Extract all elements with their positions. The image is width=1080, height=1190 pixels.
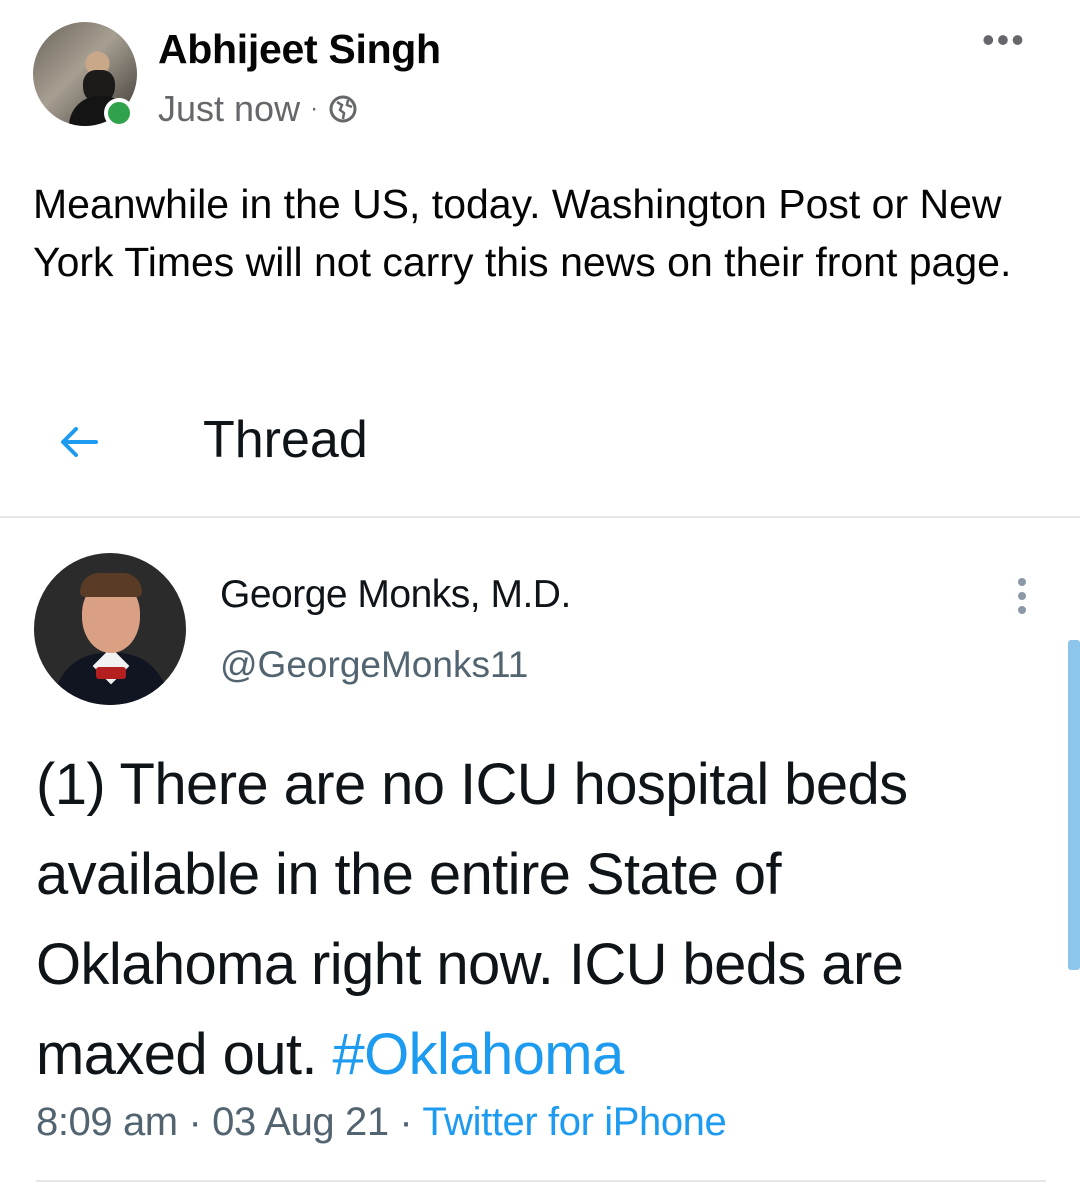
- scrollbar[interactable]: [1068, 640, 1080, 970]
- author-name[interactable]: Abhijeet Singh: [158, 26, 441, 73]
- tweet-source-link[interactable]: Twitter for iPhone: [422, 1100, 726, 1144]
- hashtag-link[interactable]: #Oklahoma: [332, 1022, 624, 1087]
- online-status-icon: [104, 98, 134, 128]
- tweet-date[interactable]: 03 Aug 21: [212, 1100, 389, 1144]
- more-dot: [1018, 606, 1026, 614]
- more-options-icon[interactable]: •••: [982, 22, 1026, 58]
- tweet-author-avatar[interactable]: [34, 553, 186, 705]
- more-dot: [1018, 592, 1026, 600]
- tweet-display-name[interactable]: George Monks, M.D.: [220, 573, 571, 617]
- avatar-hair: [80, 573, 142, 597]
- tweet-handle[interactable]: @GeorgeMonks11: [220, 644, 528, 686]
- thread-title: Thread: [203, 411, 368, 469]
- back-arrow-icon[interactable]: [52, 415, 106, 469]
- meta-separator: ·: [310, 95, 319, 122]
- globe-icon: [329, 95, 357, 123]
- avatar-bowtie: [96, 667, 126, 679]
- vertical-more-icon[interactable]: [1016, 578, 1028, 618]
- meta-separator: ·: [188, 1100, 202, 1144]
- divider: [0, 516, 1080, 518]
- facebook-post-header: Abhijeet Singh Just now · •••: [0, 0, 1080, 150]
- tweet-meta: 8:09 am · 03 Aug 21 · Twitter for iPhone: [36, 1100, 727, 1145]
- bottom-divider: [36, 1180, 1046, 1182]
- post-text: Meanwhile in the US, today. Washington P…: [33, 181, 1012, 285]
- post-meta: Just now ·: [158, 88, 358, 130]
- post-timestamp[interactable]: Just now: [158, 88, 300, 130]
- tweet-time[interactable]: 8:09 am: [36, 1100, 178, 1144]
- more-dot: [1018, 578, 1026, 586]
- tweet-text: (1) There are no ICU hospital beds avail…: [36, 740, 1046, 1100]
- thread-header: Thread: [0, 395, 1080, 515]
- meta-separator: ·: [399, 1100, 413, 1144]
